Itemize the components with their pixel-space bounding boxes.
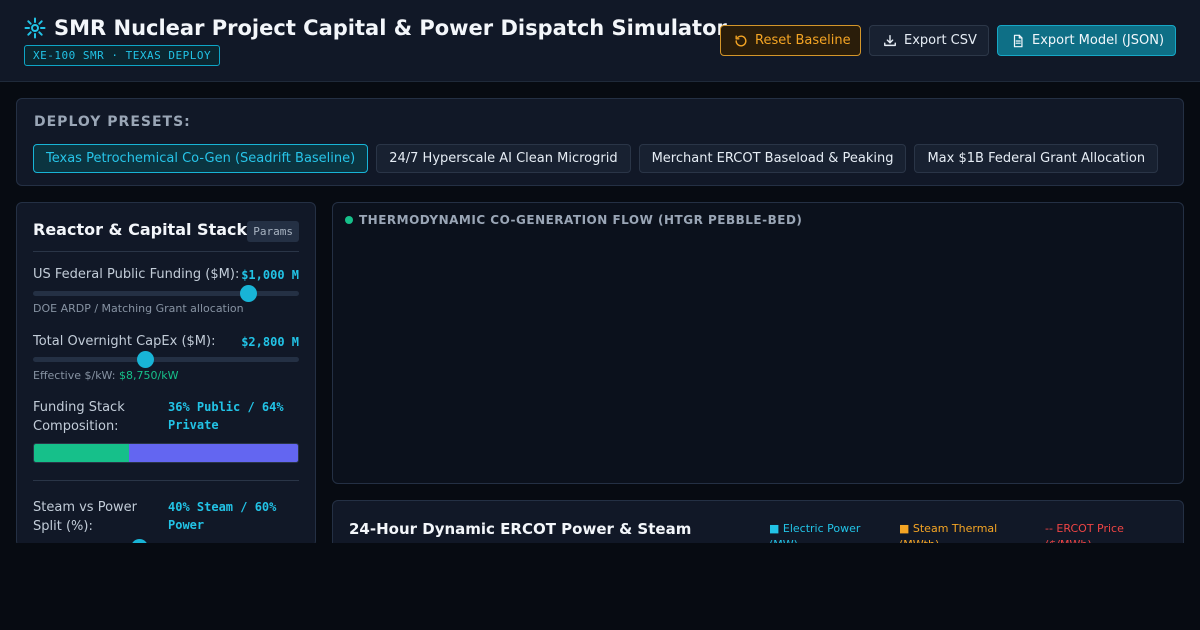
capex-hint-prefix: Effective $/kW: <box>33 369 119 382</box>
capex-value: $2,800 M <box>241 335 299 349</box>
reactor-tag-badge: XE-100 SMR · TEXAS DEPLOY <box>24 45 221 66</box>
funding-stack-private-segment <box>129 444 298 462</box>
reactor-atom-icon <box>24 17 46 39</box>
export-json-button[interactable]: Export Model (JSON) <box>997 25 1176 56</box>
divider <box>33 480 299 481</box>
deploy-presets-panel: DEPLOY PRESETS: Texas Petrochemical Co-G… <box>16 98 1184 186</box>
export-json-label: Export Model (JSON) <box>1032 33 1165 48</box>
funding-stack-bar <box>33 443 299 463</box>
capex-slider-thumb[interactable] <box>136 351 154 368</box>
effective-cost-per-kw: $8,750/kW <box>119 369 179 382</box>
federal-funding-slider-thumb[interactable] <box>240 285 258 302</box>
status-dot-icon <box>345 216 353 224</box>
app-title: SMR Nuclear Project Capital & Power Disp… <box>24 16 727 40</box>
funding-stack-value: 36% Public / 64% Private <box>168 400 284 432</box>
panel-title: Reactor & Capital Stack <box>33 220 248 239</box>
preset-texas-petrochemical[interactable]: Texas Petrochemical Co-Gen (Seadrift Bas… <box>33 144 369 173</box>
flow-panel-title: THERMODYNAMIC CO-GENERATION FLOW (HTGR P… <box>345 213 802 227</box>
federal-funding-hint: DOE ARDP / Matching Grant allocation <box>33 302 244 315</box>
export-csv-label: Export CSV <box>904 33 977 48</box>
cogeneration-flow-panel: THERMODYNAMIC CO-GENERATION FLOW (HTGR P… <box>332 202 1184 484</box>
preset-max-federal-grant[interactable]: Max $1B Federal Grant Allocation <box>914 144 1159 173</box>
page-title: SMR Nuclear Project Capital & Power Disp… <box>54 16 727 40</box>
reset-icon <box>735 34 747 46</box>
split-value: 40% Steam / 60% Power <box>168 500 277 532</box>
export-csv-button[interactable]: Export CSV <box>869 25 989 56</box>
divider <box>33 251 299 252</box>
capex-label: Total Overnight CapEx ($M): <box>33 334 216 349</box>
federal-funding-slider[interactable] <box>33 285 299 302</box>
params-badge: Params <box>247 221 299 242</box>
reset-baseline-label: Reset Baseline <box>755 33 851 48</box>
capex-slider[interactable] <box>33 351 299 368</box>
funding-stack-label: Funding Stack Composition: <box>33 400 125 434</box>
app-header: SMR Nuclear Project Capital & Power Disp… <box>0 0 1200 82</box>
federal-funding-label: US Federal Public Funding ($M): <box>33 267 240 282</box>
preset-hyperscale-ai[interactable]: 24/7 Hyperscale AI Clean Microgrid <box>376 144 631 173</box>
capex-hint: Effective $/kW: $8,750/kW <box>33 369 178 382</box>
document-icon <box>1013 34 1023 47</box>
download-icon <box>884 34 896 46</box>
presets-heading: DEPLOY PRESETS: <box>34 114 191 130</box>
funding-stack-public-segment <box>34 444 130 462</box>
flow-title-text: THERMODYNAMIC CO-GENERATION FLOW (HTGR P… <box>359 213 803 227</box>
reactor-capital-panel: Reactor & Capital Stack Params US Federa… <box>16 202 316 547</box>
split-label: Steam vs Power Split (%): <box>33 500 138 534</box>
reset-baseline-button[interactable]: Reset Baseline <box>720 25 861 56</box>
federal-funding-value: $1,000 M <box>241 268 299 282</box>
viewport-cutoff <box>0 543 1200 630</box>
preset-button-row: Texas Petrochemical Co-Gen (Seadrift Bas… <box>33 144 1159 173</box>
preset-merchant-ercot[interactable]: Merchant ERCOT Baseload & Peaking <box>638 144 907 173</box>
